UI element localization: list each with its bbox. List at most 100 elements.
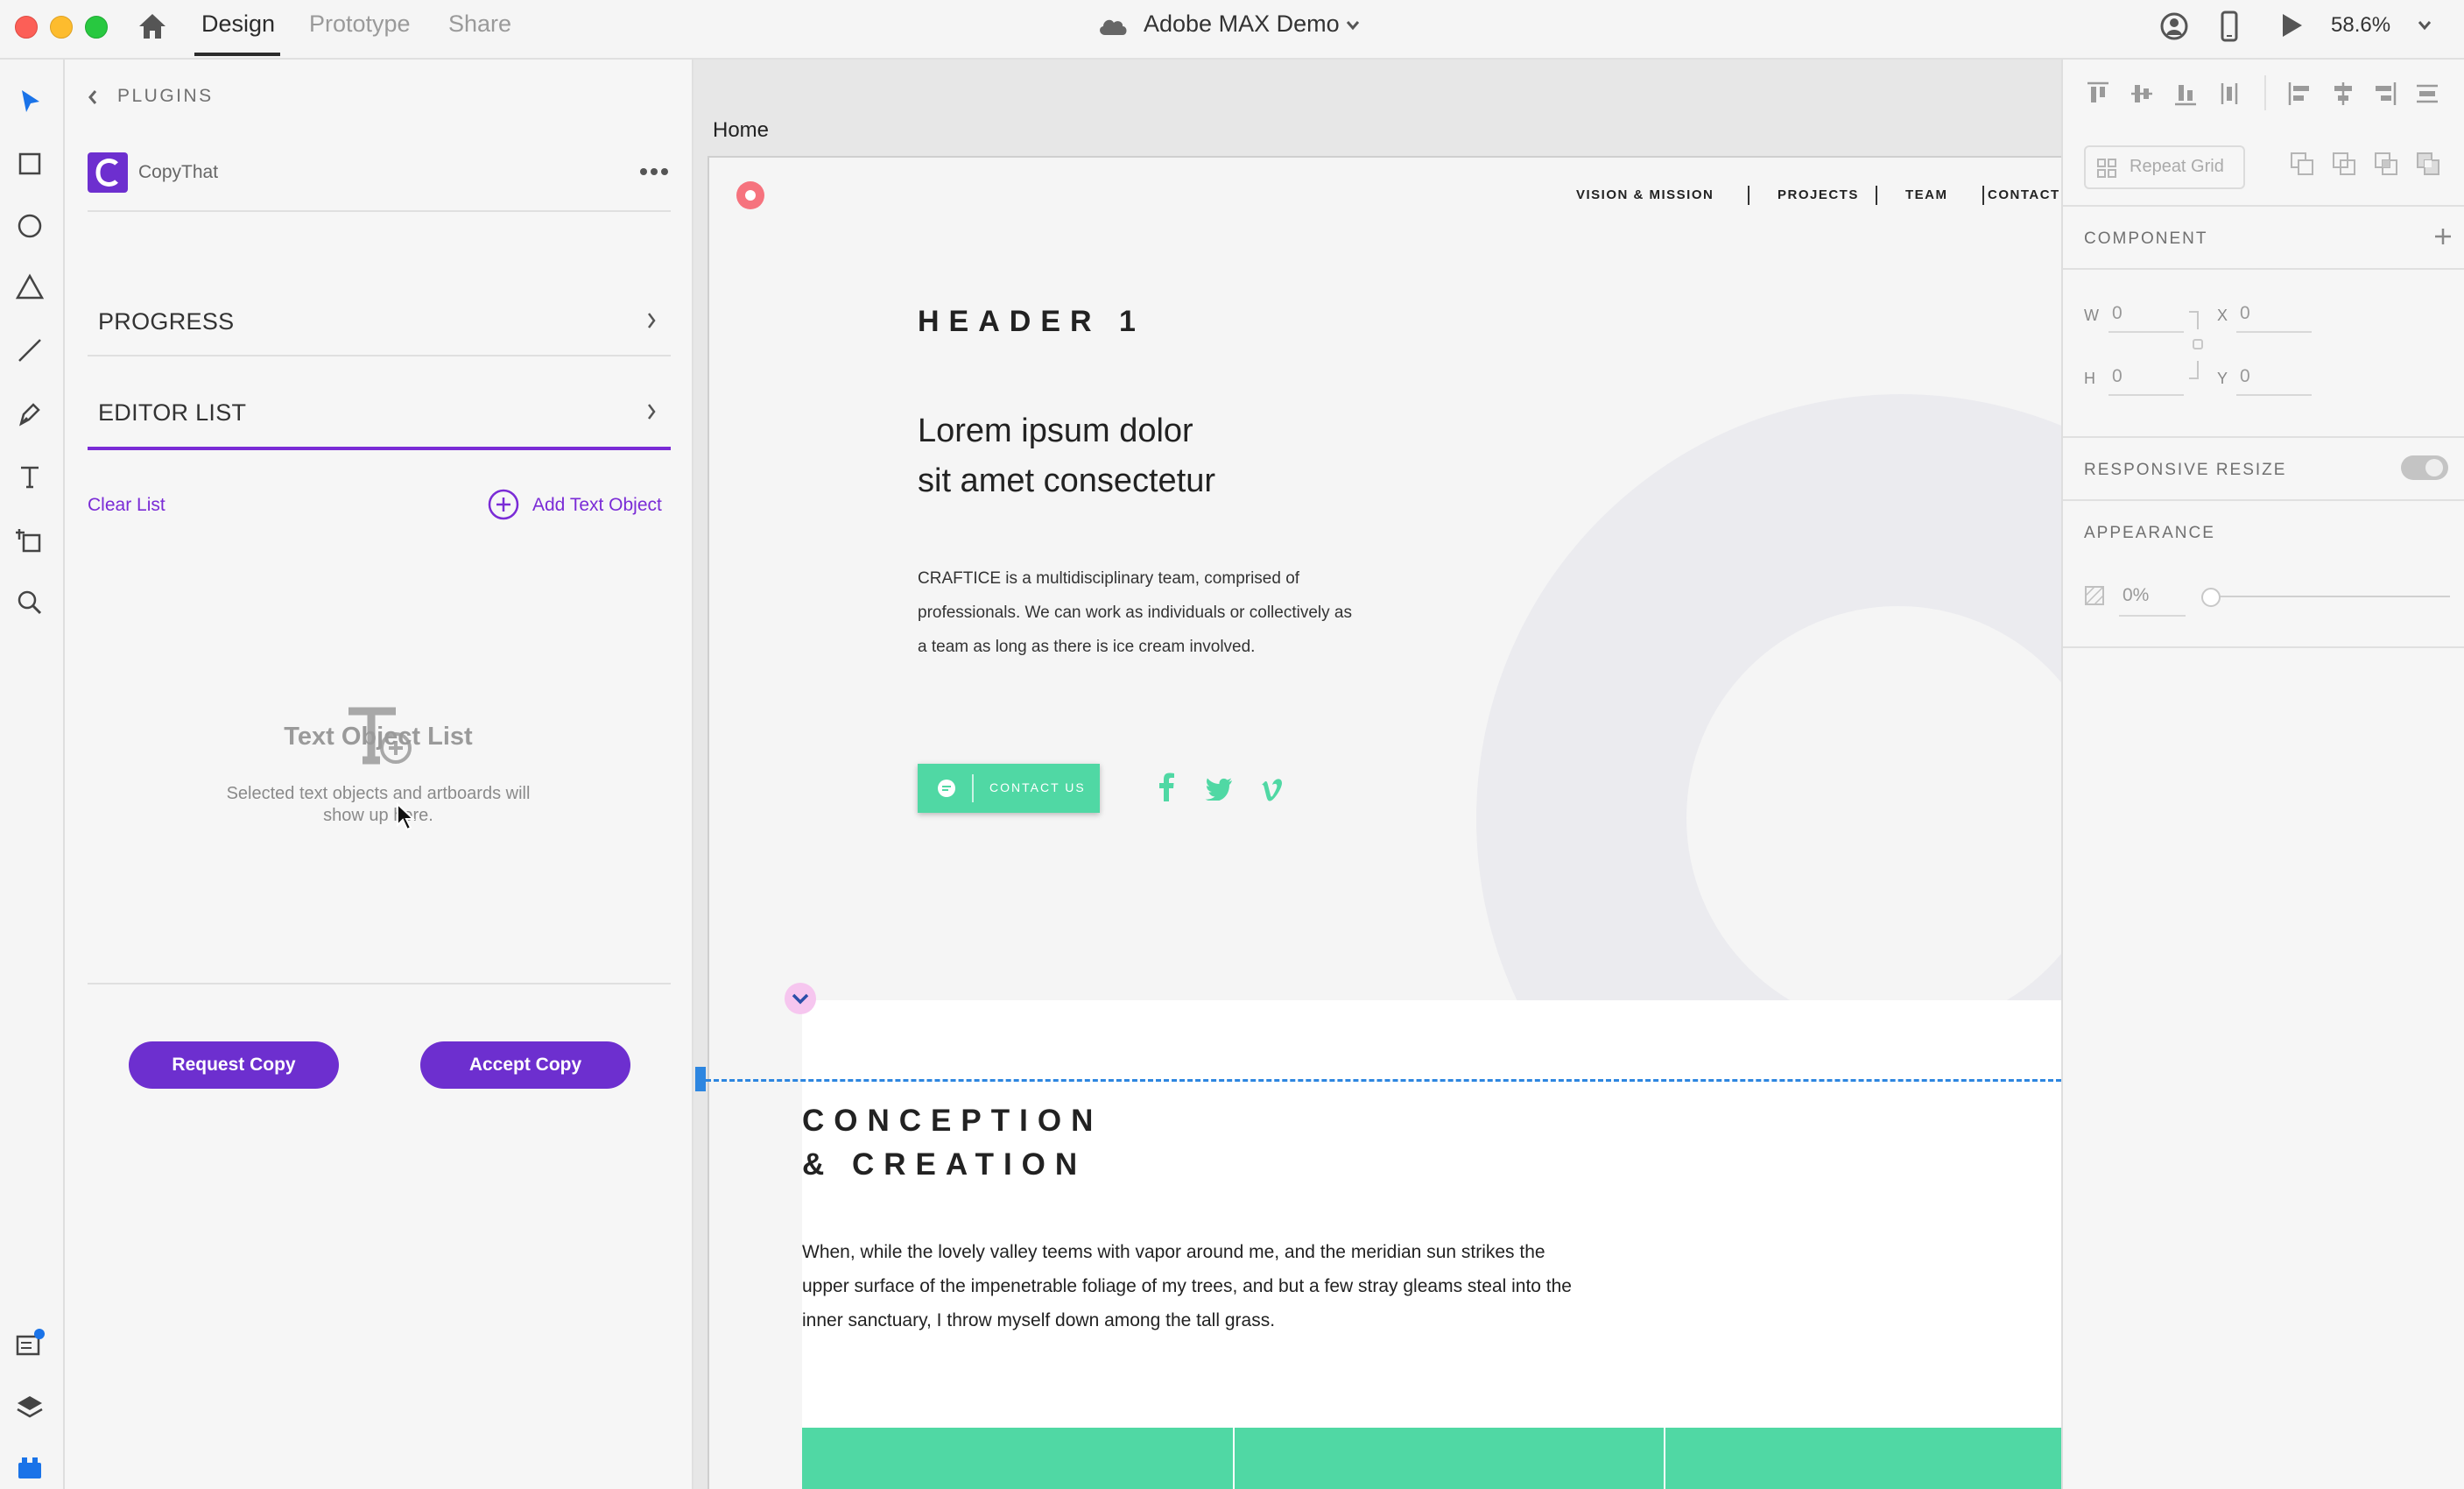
- align-center-icon[interactable]: [2331, 81, 2355, 107]
- mobile-preview-icon[interactable]: [2220, 11, 2239, 42]
- add-circle-icon[interactable]: [487, 488, 520, 521]
- tab-prototype[interactable]: Prototype: [309, 11, 411, 38]
- more-options-icon[interactable]: [639, 166, 669, 177]
- toolbar-separator: [2264, 75, 2266, 110]
- zoom-tool-icon[interactable]: [14, 587, 46, 618]
- zoom-window-button[interactable]: [85, 16, 108, 39]
- empty-state-title: Text Object List: [284, 723, 473, 751]
- opacity-slider-handle[interactable]: [2201, 588, 2221, 607]
- add-component-icon[interactable]: [2432, 226, 2453, 247]
- play-preview-icon[interactable]: [2279, 12, 2304, 39]
- plugins-panel-icon[interactable]: [14, 1452, 46, 1484]
- artboard-name[interactable]: Home: [713, 118, 769, 143]
- boolean-exclude-icon[interactable]: [2415, 151, 2441, 177]
- close-window-button[interactable]: [15, 16, 38, 39]
- twitter-icon[interactable]: [1205, 778, 1233, 801]
- green-band[interactable]: [802, 1428, 2061, 1489]
- hero-body-text[interactable]: CRAFTICE is a multidisciplinary team, co…: [918, 561, 1355, 664]
- conception-heading[interactable]: CONCEPTION & CREATION: [802, 1099, 1102, 1187]
- height-input-underline: [2108, 394, 2184, 396]
- x-input-underline: [2236, 331, 2312, 333]
- align-top-icon[interactable]: [2086, 81, 2110, 107]
- boolean-subtract-icon[interactable]: [2331, 151, 2357, 177]
- distribute-horizontal-icon[interactable]: [2415, 81, 2439, 107]
- clear-list-link[interactable]: Clear List: [88, 495, 165, 516]
- empty-state-line-2: show up here.: [323, 806, 433, 825]
- pen-tool-icon[interactable]: [14, 398, 46, 429]
- editor-list-row[interactable]: EDITOR LIST: [88, 392, 671, 462]
- layers-panel-icon[interactable]: [14, 1391, 46, 1422]
- select-tool-icon[interactable]: [14, 86, 46, 117]
- design-canvas[interactable]: Home VISION & MISSION PROJECTS TEAM CONT…: [693, 60, 2061, 1489]
- accept-copy-button[interactable]: Accept Copy: [420, 1041, 630, 1089]
- property-inspector: Repeat Grid COMPONENT W 0 X 0 H 0 Y 0 RE…: [2061, 60, 2464, 1489]
- chevron-down-circle-icon[interactable]: [783, 981, 818, 1016]
- boolean-add-icon[interactable]: [2289, 151, 2315, 177]
- repeat-grid-button[interactable]: Repeat Grid: [2084, 145, 2245, 189]
- repeat-grid-icon: [2097, 159, 2116, 178]
- height-input[interactable]: 0: [2112, 366, 2123, 387]
- minimize-window-button[interactable]: [50, 16, 73, 39]
- toggle-knob: [2425, 459, 2443, 476]
- x-input[interactable]: 0: [2240, 303, 2250, 324]
- chevron-down-icon[interactable]: [2417, 19, 2432, 32]
- artboard-home[interactable]: VISION & MISSION PROJECTS TEAM CONTACT H…: [708, 156, 2061, 1489]
- add-text-object-link[interactable]: Add Text Object: [532, 495, 662, 516]
- plugins-back-link[interactable]: PLUGINS: [117, 86, 214, 107]
- align-middle-icon[interactable]: [2130, 81, 2154, 107]
- width-label: W: [2084, 307, 2099, 324]
- line-tool-icon[interactable]: [14, 335, 46, 366]
- text-tool-icon[interactable]: [14, 461, 46, 492]
- hero-subheading[interactable]: Lorem ipsum dolor sit amet consectetur: [918, 406, 1215, 506]
- conception-heading-line-2: & CREATION: [802, 1147, 1088, 1182]
- divider: [2063, 268, 2464, 270]
- align-right-icon[interactable]: [2373, 81, 2397, 107]
- chevron-right-icon: [648, 404, 656, 420]
- nav-projects[interactable]: PROJECTS: [1778, 187, 1859, 202]
- nav-separator: [1982, 186, 1984, 205]
- y-input[interactable]: 0: [2240, 366, 2250, 387]
- lock-aspect-icon[interactable]: [2187, 310, 2205, 380]
- width-input[interactable]: 0: [2112, 303, 2123, 324]
- polygon-tool-icon[interactable]: [14, 272, 46, 303]
- boolean-intersect-icon[interactable]: [2373, 151, 2399, 177]
- user-account-icon[interactable]: [2159, 11, 2189, 41]
- zoom-level[interactable]: 58.6%: [2331, 13, 2390, 38]
- chevron-down-icon[interactable]: [1345, 19, 1361, 32]
- viewport-guide-handle[interactable]: [695, 1067, 706, 1091]
- nav-team[interactable]: TEAM: [1905, 187, 1948, 202]
- align-bottom-icon[interactable]: [2173, 81, 2198, 107]
- responsive-resize-toggle[interactable]: [2401, 455, 2448, 480]
- facebook-icon[interactable]: [1158, 773, 1175, 802]
- progress-row[interactable]: PROGRESS: [88, 301, 671, 371]
- contact-us-button[interactable]: CONTACT US: [918, 764, 1100, 813]
- plugin-panel: PLUGINS CopyThat PROGRESS EDITOR LIST Cl…: [65, 60, 693, 1489]
- height-label: H: [2084, 370, 2095, 387]
- align-left-icon[interactable]: [2287, 81, 2312, 107]
- rectangle-tool-icon[interactable]: [14, 147, 46, 179]
- document-title[interactable]: Adobe MAX Demo: [1144, 11, 1340, 38]
- nav-vision-mission[interactable]: VISION & MISSION: [1576, 187, 1714, 202]
- site-logo-icon[interactable]: [736, 180, 765, 210]
- opacity-input[interactable]: 0%: [2123, 585, 2149, 606]
- hero-subheading-line-2: sit amet consectetur: [918, 462, 1216, 499]
- artboard-tool-icon[interactable]: [14, 524, 46, 555]
- home-icon[interactable]: [137, 11, 168, 41]
- tab-design[interactable]: Design: [201, 11, 275, 38]
- assets-panel-icon[interactable]: [14, 1328, 46, 1359]
- request-copy-button[interactable]: Request Copy: [129, 1041, 339, 1089]
- y-input-underline: [2236, 394, 2312, 396]
- tab-share[interactable]: Share: [448, 11, 511, 38]
- hero-heading[interactable]: HEADER 1: [918, 305, 1145, 339]
- chevron-left-icon[interactable]: [86, 88, 100, 107]
- opacity-icon: [2085, 586, 2104, 605]
- distribute-vertical-icon[interactable]: [2217, 81, 2242, 107]
- hero-subheading-line-1: Lorem ipsum dolor: [918, 413, 1193, 449]
- conception-body-text[interactable]: When, while the lovely valley teems with…: [802, 1235, 1573, 1337]
- opacity-slider-track[interactable]: [2208, 596, 2450, 597]
- viewport-height-guide[interactable]: [706, 1079, 2061, 1082]
- ellipse-tool-icon[interactable]: [14, 210, 46, 242]
- vimeo-icon[interactable]: [1259, 778, 1285, 802]
- nav-contact[interactable]: CONTACT: [1988, 187, 2060, 202]
- responsive-resize-label: RESPONSIVE RESIZE: [2084, 461, 2287, 479]
